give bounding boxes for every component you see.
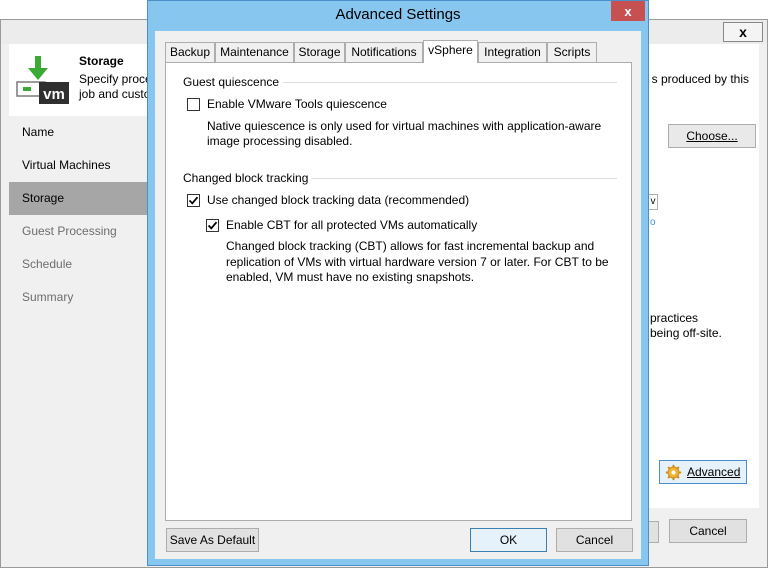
checkmark-icon bbox=[188, 196, 199, 205]
background-header-desc-right: s produced by this bbox=[651, 72, 749, 86]
text-fragment-practices: practices bbox=[650, 311, 699, 325]
vm-icon-text: vm bbox=[43, 86, 65, 103]
tab-maintenance[interactable]: Maintenance bbox=[215, 42, 294, 62]
quiescence-description-line2: image processing disabled. bbox=[207, 134, 353, 148]
tab-notifications[interactable]: Notifications bbox=[345, 42, 423, 62]
vmware-tools-quiescence-checkbox[interactable] bbox=[187, 98, 200, 111]
close-icon: x bbox=[624, 3, 632, 19]
advanced-settings-dialog: Advanced Settings x Backup Maintenance S… bbox=[147, 0, 649, 566]
background-header-desc-line1: Specify proce bbox=[79, 72, 152, 86]
group-label-cbt: Changed block tracking bbox=[183, 171, 313, 185]
sidebar-item-schedule[interactable]: Schedule bbox=[9, 248, 149, 281]
sidebar-item-summary[interactable]: Summary bbox=[9, 281, 149, 314]
use-cbt-label[interactable]: Use changed block tracking data (recomme… bbox=[207, 193, 469, 207]
sidebar-item-name[interactable]: Name bbox=[9, 116, 149, 149]
dialog-close-button[interactable]: x bbox=[611, 1, 645, 21]
background-cancel-button[interactable]: Cancel bbox=[669, 519, 747, 543]
tab-scripts[interactable]: Scripts bbox=[547, 42, 597, 62]
enable-cbt-label[interactable]: Enable CBT for all protected VMs automat… bbox=[226, 218, 477, 232]
vmware-tools-quiescence-label[interactable]: Enable VMware Tools quiescence bbox=[207, 97, 387, 111]
group-label-guest-quiescence: Guest quiescence bbox=[183, 75, 284, 89]
sidebar-item-virtual-machines[interactable]: Virtual Machines bbox=[9, 149, 149, 182]
tab-integration[interactable]: Integration bbox=[478, 42, 547, 62]
background-header-desc-line2: job and custo bbox=[79, 87, 151, 101]
cancel-button[interactable]: Cancel bbox=[556, 528, 633, 552]
wizard-sidebar: Name Virtual Machines Storage Guest Proc… bbox=[9, 116, 149, 506]
close-icon: x bbox=[739, 24, 747, 40]
quiescence-description-line1: Native quiescence is only used for virtu… bbox=[207, 119, 602, 133]
save-as-default-button[interactable]: Save As Default bbox=[166, 528, 259, 552]
background-close-button[interactable]: x bbox=[723, 22, 763, 42]
cbt-description-line2: replication of VMs with virtual hardware… bbox=[226, 255, 609, 269]
dialog-client-area: Backup Maintenance Storage Notifications… bbox=[155, 31, 641, 559]
vsphere-tab-panel: Guest quiescence Enable VMware Tools qui… bbox=[165, 62, 632, 521]
choose-button[interactable]: Choose... bbox=[668, 124, 756, 148]
tab-storage[interactable]: Storage bbox=[294, 42, 345, 62]
cbt-description-line3: enabled, VM must have no existing snapsh… bbox=[226, 270, 475, 284]
text-fragment-offsite: being off-site. bbox=[650, 326, 722, 340]
advanced-button-label: Advanced bbox=[687, 465, 741, 479]
tab-backup[interactable]: Backup bbox=[165, 42, 215, 62]
dialog-title: Advanced Settings bbox=[335, 6, 461, 23]
use-cbt-checkbox[interactable] bbox=[187, 194, 200, 207]
enable-cbt-checkbox[interactable] bbox=[206, 219, 219, 232]
tab-vsphere[interactable]: vSphere bbox=[423, 40, 478, 63]
sidebar-item-storage[interactable]: Storage bbox=[9, 182, 149, 215]
advanced-button[interactable]: Advanced bbox=[659, 460, 747, 484]
dropdown-arrow-fragment[interactable]: v bbox=[649, 194, 658, 210]
ok-button[interactable]: OK bbox=[470, 528, 547, 552]
checkmark-icon bbox=[207, 221, 218, 230]
hidden-button-fragment bbox=[649, 521, 659, 543]
gear-icon bbox=[665, 464, 682, 481]
vm-storage-icon: vm bbox=[16, 56, 69, 104]
background-header-title: Storage bbox=[79, 54, 124, 68]
cbt-description-line1: Changed block tracking (CBT) allows for … bbox=[226, 239, 595, 253]
link-fragment: o bbox=[650, 217, 656, 228]
sidebar-item-guest-processing[interactable]: Guest Processing bbox=[9, 215, 149, 248]
